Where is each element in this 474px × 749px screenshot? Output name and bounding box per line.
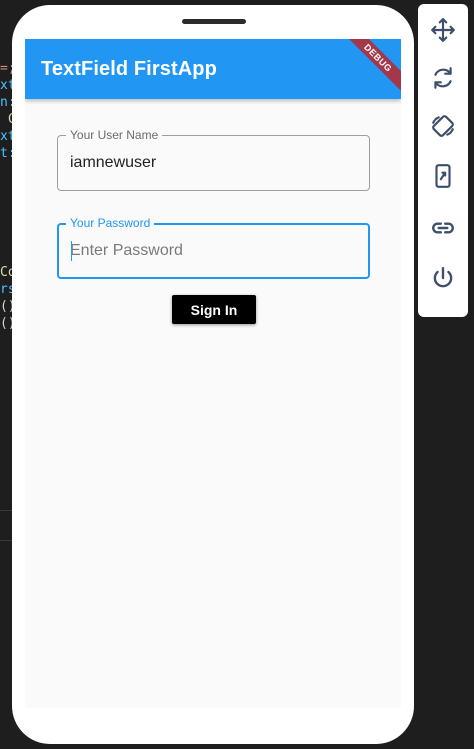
- link-icon: [432, 222, 454, 234]
- password-field[interactable]: Your Password: [57, 216, 370, 279]
- phone-frame: TextField FirstApp DEBUG Your User Name …: [12, 5, 414, 744]
- debug-banner: DEBUG: [337, 39, 401, 99]
- rotate-refresh-button[interactable]: [427, 62, 459, 94]
- app-bar: TextField FirstApp DEBUG: [25, 39, 401, 99]
- rotate-refresh-icon: [434, 67, 452, 89]
- link-button[interactable]: [427, 212, 459, 244]
- phone-notch: [182, 19, 246, 24]
- emulator-toolbar: [418, 4, 468, 317]
- resize-screen-icon: [435, 164, 451, 188]
- app-title: TextField FirstApp: [41, 58, 217, 80]
- rotate-device-icon: [432, 115, 454, 137]
- password-label: Your Password: [66, 216, 155, 230]
- username-field[interactable]: Your User Name iamnewuser: [57, 128, 370, 191]
- emulator-window: =; xt n: C xt t: Co rs () () TextField F…: [0, 0, 474, 749]
- username-value: iamnewuser: [70, 154, 157, 171]
- move-button[interactable]: [427, 14, 459, 46]
- power-icon: [433, 267, 453, 288]
- text-cursor: [71, 241, 72, 261]
- username-label: Your User Name: [66, 128, 163, 142]
- sign-in-button[interactable]: Sign In: [172, 295, 256, 324]
- resize-screen-button[interactable]: [427, 160, 459, 192]
- power-button[interactable]: [427, 262, 459, 294]
- app-screen: TextField FirstApp DEBUG Your User Name …: [25, 39, 401, 708]
- rotate-device-button[interactable]: [427, 110, 459, 142]
- password-input[interactable]: [70, 240, 350, 262]
- move-icon: [431, 18, 455, 42]
